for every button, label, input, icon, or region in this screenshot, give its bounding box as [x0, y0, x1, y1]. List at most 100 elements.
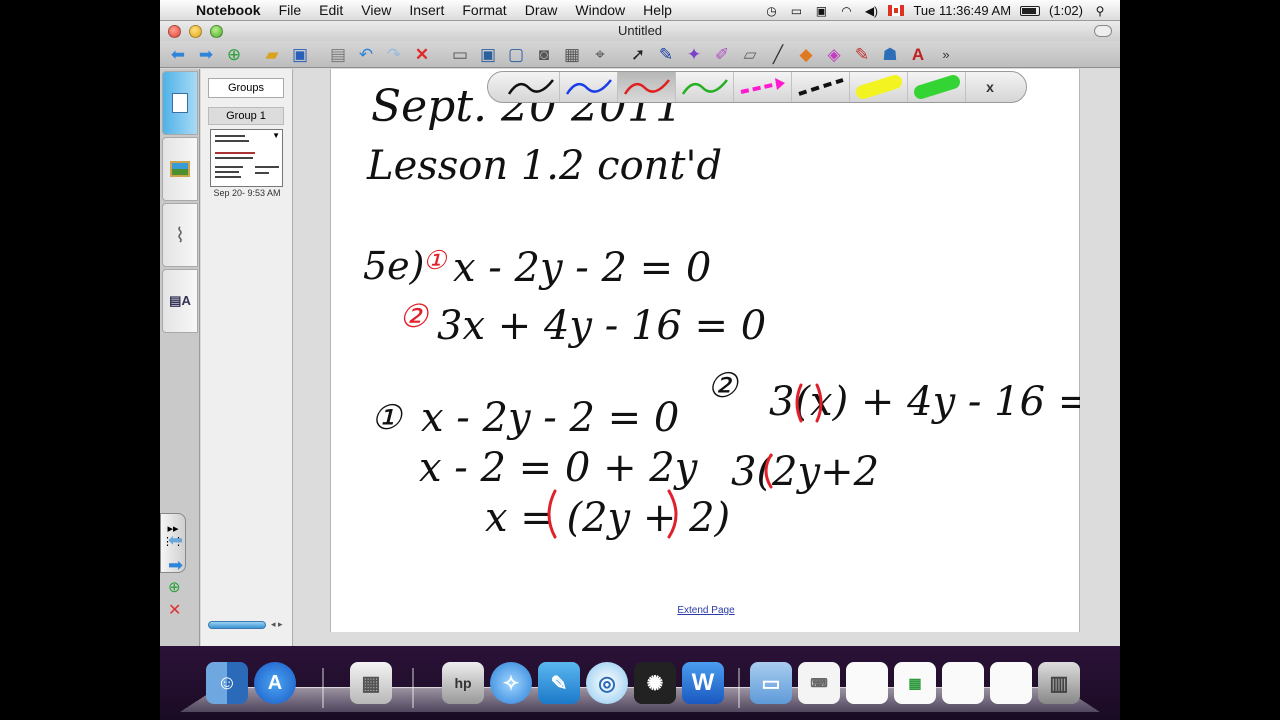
- capture-icon[interactable]: ◙: [532, 43, 556, 65]
- menu-window[interactable]: Window: [575, 2, 625, 18]
- app-store-icon[interactable]: A: [254, 662, 296, 704]
- ink-work1-line2: x - 2 = 0 + 2y: [419, 445, 699, 491]
- toolbar-toggle-button[interactable]: [1094, 25, 1112, 37]
- side-next-page-icon[interactable]: ➡: [168, 556, 183, 574]
- redo-icon[interactable]: ↷: [382, 43, 406, 65]
- pen-green[interactable]: [676, 72, 734, 102]
- side-previous-page-icon[interactable]: ⬅: [168, 531, 183, 549]
- menubar-clock[interactable]: Tue 11:36:49 AM: [913, 3, 1011, 18]
- battery-icon[interactable]: [1020, 5, 1041, 16]
- finder-icon[interactable]: ☺: [206, 662, 248, 704]
- display-icon[interactable]: ▣: [813, 4, 829, 18]
- pen-palette-close-button[interactable]: x: [976, 73, 1004, 101]
- thumbnail-menu-icon[interactable]: ▼: [272, 131, 280, 140]
- magic-pen-icon[interactable]: ✦: [682, 43, 706, 65]
- safari-icon[interactable]: ✧: [490, 662, 532, 704]
- spotlight-search-icon[interactable]: ⚲: [1092, 4, 1108, 18]
- window-title: Untitled: [617, 23, 663, 38]
- pen-red[interactable]: [618, 72, 676, 102]
- table-icon[interactable]: ▦: [560, 43, 584, 65]
- time-machine-icon[interactable]: ◷: [763, 4, 779, 18]
- close-window-button[interactable]: [168, 25, 181, 38]
- page-sorter-icon: [172, 93, 188, 113]
- toolbar-overflow-icon[interactable]: »: [934, 43, 958, 65]
- word-icon[interactable]: W: [682, 662, 724, 704]
- open-folder-icon[interactable]: ▰: [260, 43, 284, 65]
- paperclip-icon: ⌇: [175, 224, 185, 247]
- delete-icon[interactable]: ✕: [410, 43, 434, 65]
- sorter-scrollbar[interactable]: [208, 621, 266, 629]
- notebook-icon[interactable]: ✎: [538, 662, 580, 704]
- zoom-window-button[interactable]: [210, 25, 223, 38]
- pen-magenta-arrow[interactable]: [734, 72, 792, 102]
- side-delete-page-icon[interactable]: ✕: [168, 603, 181, 619]
- color-palette-icon[interactable]: ✺: [634, 662, 676, 704]
- previous-page-icon[interactable]: ⬅: [166, 43, 190, 65]
- paste-icon[interactable]: ▤: [326, 43, 350, 65]
- creative-pen-icon[interactable]: ✐: [710, 43, 734, 65]
- pen-black-dashed[interactable]: [792, 72, 850, 102]
- sorter-scroll-arrows-icon[interactable]: ◂ ▸: [271, 619, 283, 630]
- minimized-window-1-icon[interactable]: [846, 662, 888, 704]
- page-bottom-gutter: [294, 632, 1120, 646]
- measurement-icon[interactable]: ⌖: [588, 43, 612, 65]
- line-icon[interactable]: ╱: [766, 43, 790, 65]
- minimized-window-2-icon[interactable]: ▦: [894, 662, 936, 704]
- thumb-line: [255, 166, 279, 168]
- eraser-icon[interactable]: ▱: [738, 43, 762, 65]
- pen-yellow-highlighter[interactable]: [850, 72, 908, 102]
- menu-file[interactable]: File: [279, 2, 302, 18]
- applications-folder-icon[interactable]: ▭: [750, 662, 792, 704]
- properties-icon[interactable]: ✎: [850, 43, 874, 65]
- minimized-window-4-icon[interactable]: [990, 662, 1032, 704]
- pen-black[interactable]: [502, 72, 560, 102]
- select-arrow-icon[interactable]: ➚: [626, 43, 650, 65]
- whiteboard-page[interactable]: Sept. 20 2011 Lesson 1.2 cont'd 5e) ① x …: [330, 69, 1081, 632]
- calculator-icon[interactable]: ▦: [350, 662, 392, 704]
- dvd-player-icon[interactable]: ◎: [586, 662, 628, 704]
- keyboard-icon[interactable]: ▭: [788, 4, 804, 18]
- extend-page-link[interactable]: Extend Page: [331, 605, 1081, 616]
- minimize-window-button[interactable]: [189, 25, 202, 38]
- minimized-window-3-icon[interactable]: [942, 662, 984, 704]
- volume-icon[interactable]: ◀): [863, 4, 879, 18]
- fill-icon[interactable]: ◈: [822, 43, 846, 65]
- display-icon[interactable]: ▢: [504, 43, 528, 65]
- pen-blue[interactable]: [560, 72, 618, 102]
- right-gutter: [1080, 69, 1120, 646]
- menu-edit[interactable]: Edit: [319, 2, 343, 18]
- input-flag-icon[interactable]: [888, 5, 905, 16]
- ink-layer: Sept. 20 2011 Lesson 1.2 cont'd 5e) ① x …: [363, 81, 1081, 541]
- pen-icon[interactable]: ✎: [654, 43, 678, 65]
- side-add-page-icon[interactable]: ⊕: [168, 580, 181, 595]
- menu-format[interactable]: Format: [462, 2, 506, 18]
- attachments-tab[interactable]: ⌇: [162, 203, 198, 267]
- app-menu[interactable]: Notebook: [196, 2, 261, 18]
- shapes-icon[interactable]: ◆: [794, 43, 818, 65]
- group-label[interactable]: Group 1: [208, 107, 284, 125]
- hp-printer-icon[interactable]: hp: [442, 662, 484, 704]
- menu-help[interactable]: Help: [643, 2, 672, 18]
- trash-icon[interactable]: ▥: [1038, 662, 1080, 704]
- thumb-line: [215, 157, 253, 159]
- next-page-icon[interactable]: ➡: [194, 43, 218, 65]
- wifi-icon[interactable]: ◠: [838, 4, 854, 18]
- menu-view[interactable]: View: [361, 2, 391, 18]
- menu-draw[interactable]: Draw: [525, 2, 558, 18]
- pen-green-highlighter[interactable]: [908, 72, 966, 102]
- groups-button[interactable]: Groups: [208, 78, 284, 98]
- user-icon[interactable]: ☗: [878, 43, 902, 65]
- properties-tab[interactable]: ▤A: [162, 269, 198, 333]
- pen-green-icon: [681, 79, 728, 95]
- text-icon[interactable]: A: [906, 43, 930, 65]
- keyboard-viewer-icon[interactable]: ⌨: [798, 662, 840, 704]
- save-icon[interactable]: ▣: [288, 43, 312, 65]
- page-thumbnail[interactable]: ▼: [210, 129, 283, 187]
- gallery-tab[interactable]: [162, 137, 198, 201]
- undo-icon[interactable]: ↶: [354, 43, 378, 65]
- add-page-icon[interactable]: ⊕: [222, 43, 246, 65]
- screen-shade-icon[interactable]: ▭: [448, 43, 472, 65]
- menu-insert[interactable]: Insert: [409, 2, 444, 18]
- page-sorter-tab[interactable]: [162, 71, 198, 135]
- full-screen-icon[interactable]: ▣: [476, 43, 500, 65]
